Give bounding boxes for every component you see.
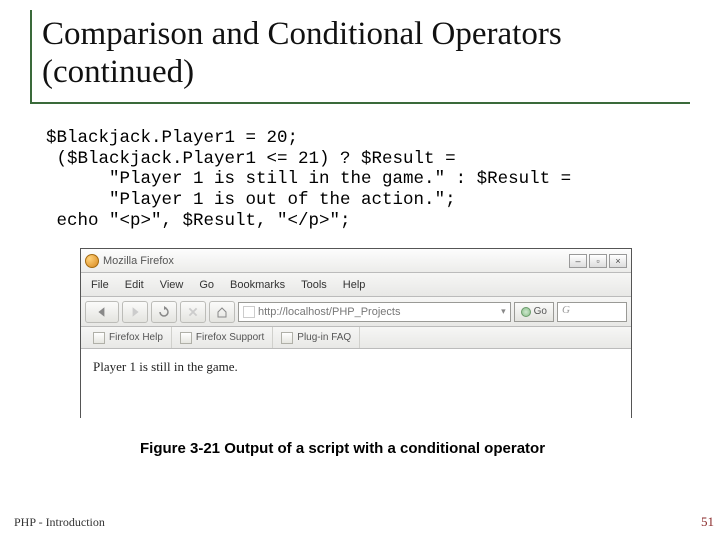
bookmark-help[interactable]: Firefox Help: [85, 327, 172, 348]
browser-window: Mozilla Firefox – ▫ × File Edit View Go …: [80, 248, 632, 418]
bookmark-support[interactable]: Firefox Support: [172, 327, 273, 348]
slide-title-block: Comparison and Conditional Operators (co…: [30, 10, 690, 104]
bookmark-label: Firefox Help: [109, 332, 163, 343]
menu-view[interactable]: View: [154, 279, 190, 291]
menu-bookmarks[interactable]: Bookmarks: [224, 279, 291, 291]
search-box[interactable]: G: [557, 302, 627, 322]
minimize-button[interactable]: –: [569, 254, 587, 268]
dropdown-icon[interactable]: ▾: [501, 306, 506, 317]
title-line-2: (continued): [42, 54, 194, 90]
figure-caption: Figure 3-21 Output of a script with a co…: [140, 440, 660, 457]
browser-navbar: http://localhost/PHP_Projects ▾ Go G: [81, 297, 631, 327]
reload-button[interactable]: [151, 301, 177, 323]
address-text: http://localhost/PHP_Projects: [258, 306, 400, 318]
page-output-text: Player 1 is still in the game.: [93, 359, 238, 374]
search-placeholder: G: [562, 304, 570, 316]
close-button[interactable]: ×: [609, 254, 627, 268]
browser-titlebar: Mozilla Firefox – ▫ ×: [81, 249, 631, 273]
slide-title: Comparison and Conditional Operators (co…: [42, 16, 690, 92]
firefox-icon: [85, 254, 99, 268]
bookmark-plugin[interactable]: Plug-in FAQ: [273, 327, 360, 348]
browser-title-text: Mozilla Firefox: [103, 255, 565, 267]
menu-go[interactable]: Go: [193, 279, 220, 291]
bookmark-icon: [180, 332, 192, 344]
menu-tools[interactable]: Tools: [295, 279, 333, 291]
menu-edit[interactable]: Edit: [119, 279, 150, 291]
code-example: $Blackjack.Player1 = 20; ($Blackjack.Pla…: [46, 128, 686, 231]
maximize-button[interactable]: ▫: [589, 254, 607, 268]
home-button[interactable]: [209, 301, 235, 323]
go-label: Go: [534, 306, 547, 317]
menu-file[interactable]: File: [85, 279, 115, 291]
bookmark-label: Firefox Support: [196, 332, 264, 343]
bookmarks-toolbar: Firefox Help Firefox Support Plug-in FAQ: [81, 327, 631, 349]
title-line-1: Comparison and Conditional Operators: [42, 16, 562, 52]
browser-menubar: File Edit View Go Bookmarks Tools Help: [81, 273, 631, 297]
footer-left: PHP - Introduction: [14, 515, 105, 530]
go-icon: [521, 307, 531, 317]
browser-content: Player 1 is still in the game.: [81, 349, 631, 419]
address-bar[interactable]: http://localhost/PHP_Projects ▾: [238, 302, 511, 322]
window-buttons: – ▫ ×: [569, 254, 627, 268]
slide-container: Comparison and Conditional Operators (co…: [0, 0, 720, 540]
page-favicon-icon: [243, 306, 255, 318]
bookmark-icon: [93, 332, 105, 344]
forward-button[interactable]: [122, 301, 148, 323]
go-button[interactable]: Go: [514, 302, 554, 322]
slide-number: 51: [701, 514, 714, 530]
stop-button[interactable]: [180, 301, 206, 323]
bookmark-icon: [281, 332, 293, 344]
menu-help[interactable]: Help: [337, 279, 372, 291]
bookmark-label: Plug-in FAQ: [297, 332, 351, 343]
back-button[interactable]: [85, 301, 119, 323]
